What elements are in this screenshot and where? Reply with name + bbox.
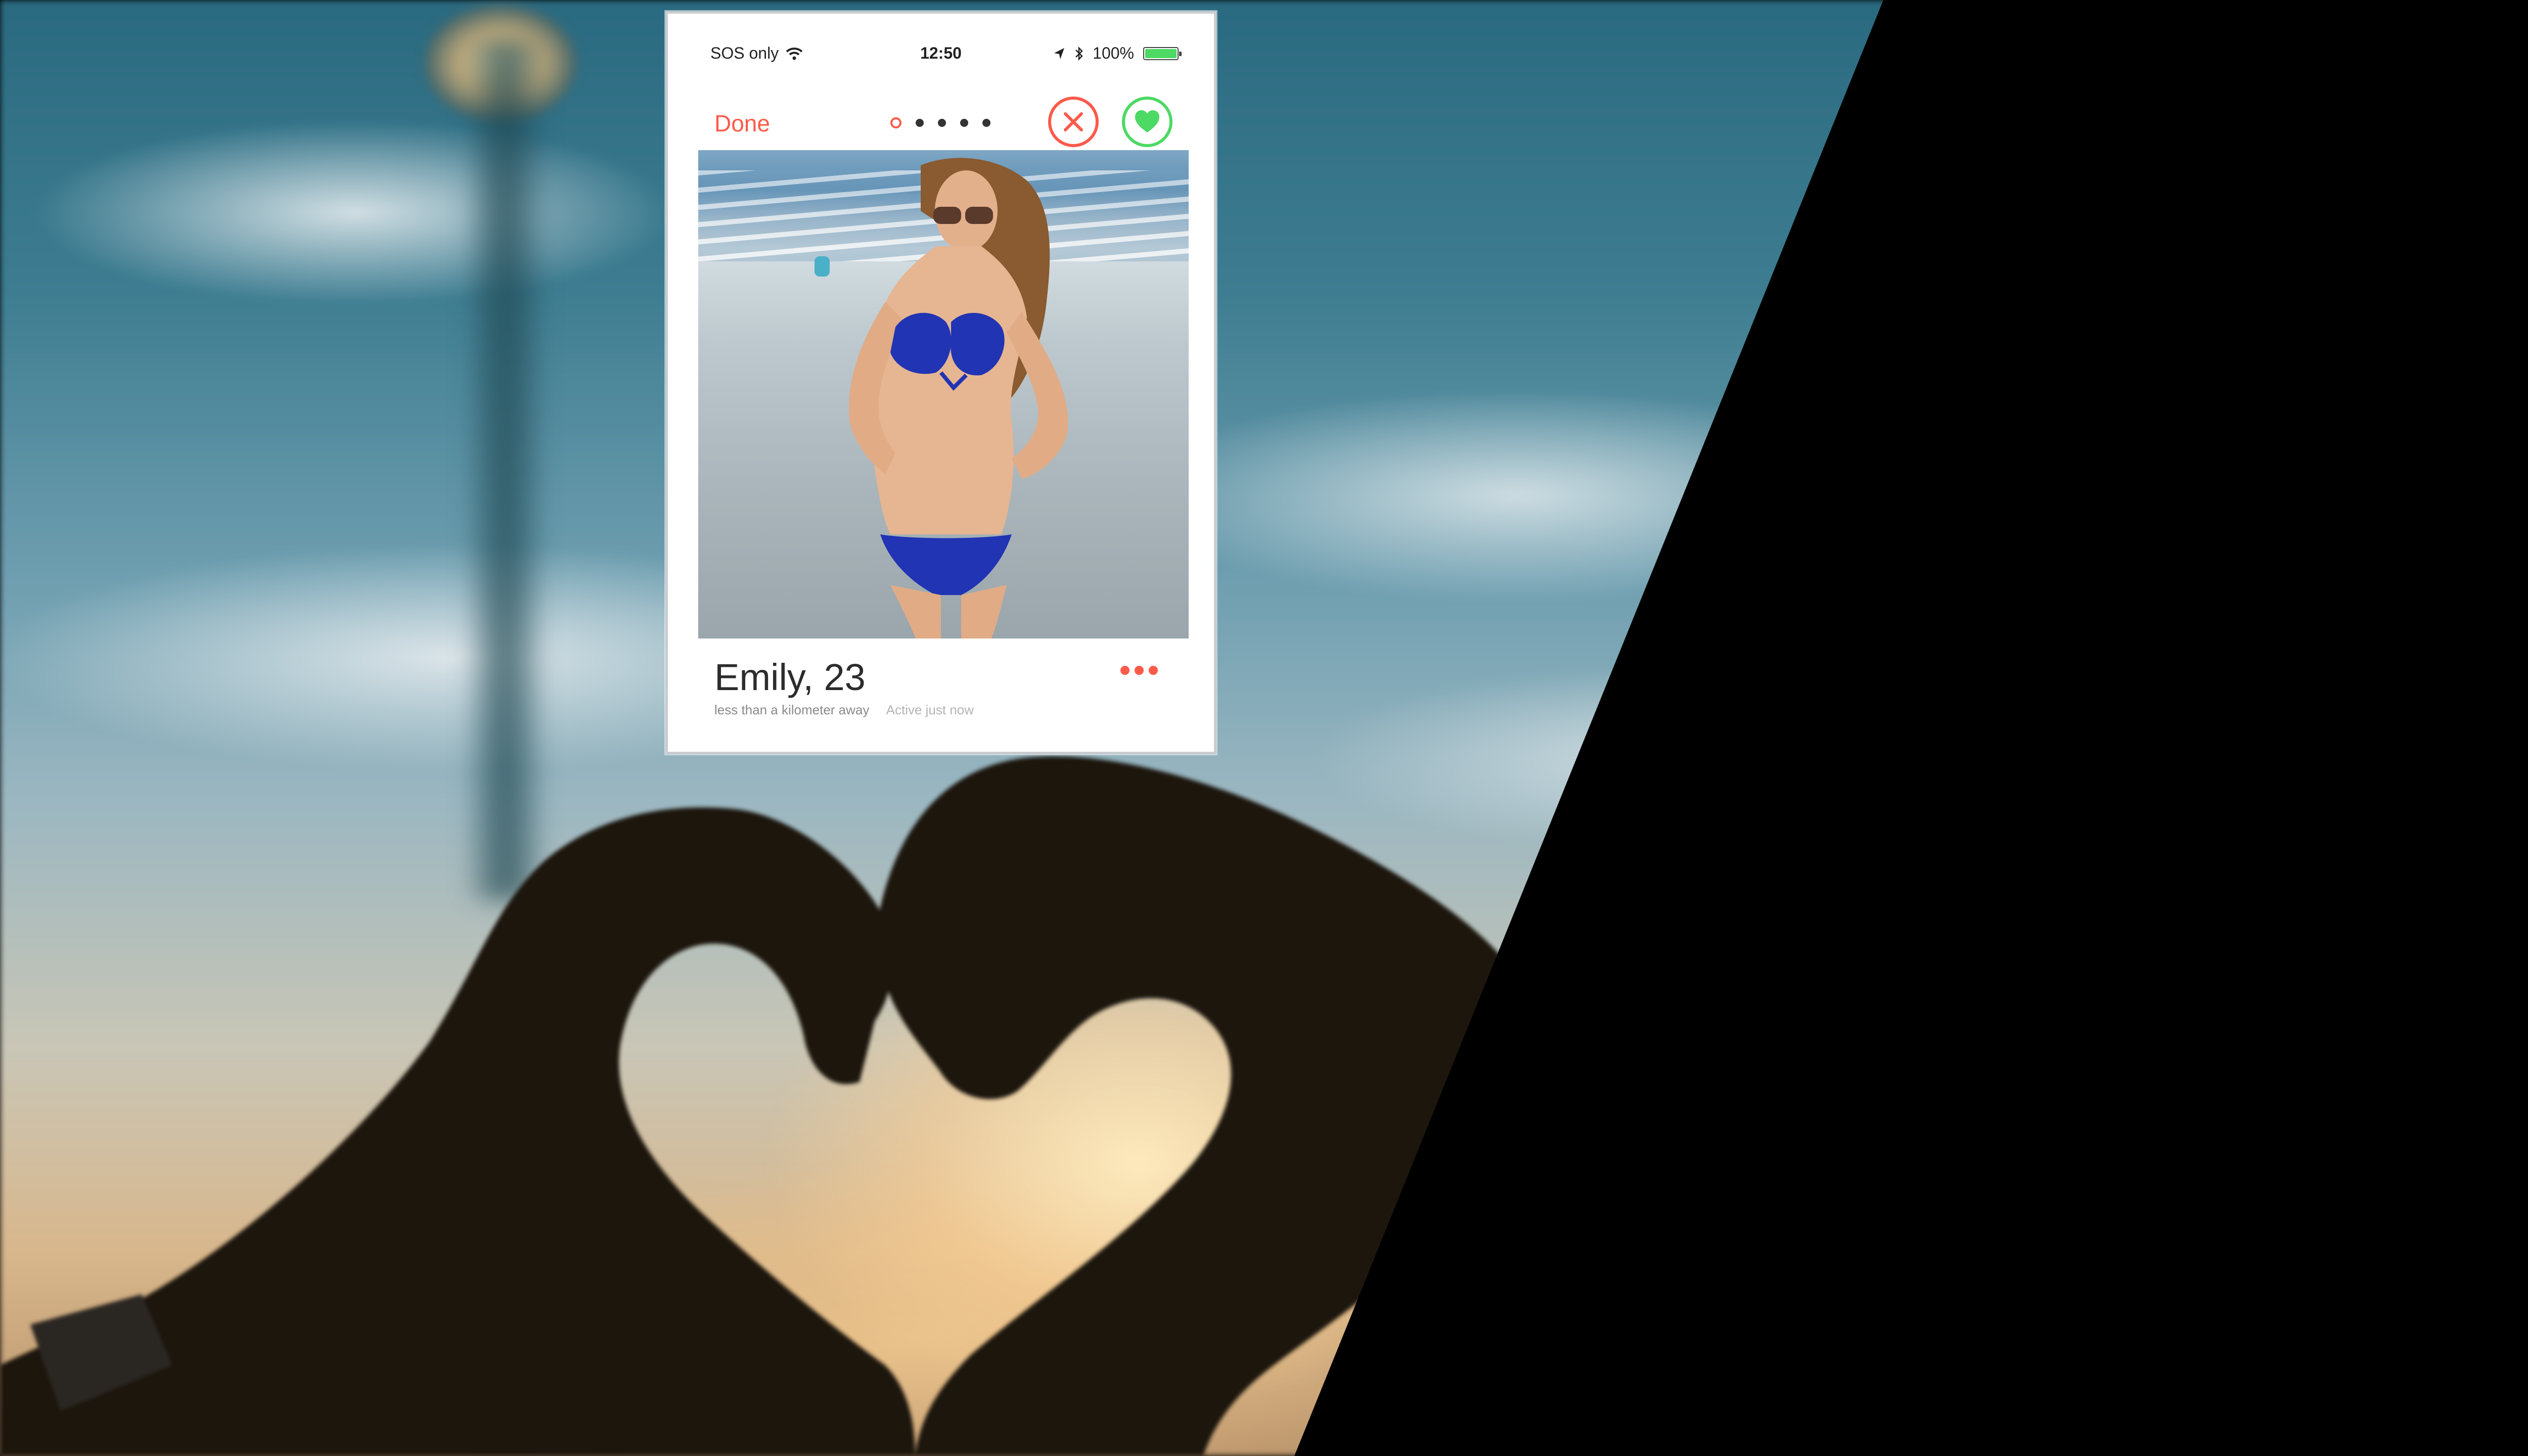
profile-activity: Active just now [886, 702, 974, 717]
more-dots-icon[interactable] [1120, 666, 1158, 675]
battery-icon [1143, 47, 1182, 60]
more-dot [1135, 666, 1144, 675]
page-dot[interactable] [982, 119, 990, 127]
status-bar: SOS only 12:50 100% [668, 44, 1214, 74]
heart-icon [1135, 110, 1159, 132]
profile-photo[interactable] [698, 150, 1189, 639]
more-dot [1120, 666, 1130, 675]
background-scene [0, 0, 2528, 1456]
done-button[interactable]: Done [714, 110, 770, 137]
profile-card: SOS only 12:50 100% Done Emily, 23 less … [665, 11, 1216, 754]
location-arrow-icon [1054, 48, 1065, 59]
page-dot[interactable] [916, 119, 924, 127]
nope-button[interactable] [1048, 97, 1099, 147]
nav-bar: Done [668, 89, 1214, 150]
status-right-group: 100% [1053, 44, 1182, 63]
bluetooth-icon [1075, 46, 1083, 61]
page-dot[interactable] [960, 119, 968, 127]
like-button[interactable] [1122, 97, 1172, 147]
profile-distance: less than a kilometer away [714, 702, 870, 717]
black-diagonal-panel [1294, 0, 2528, 1456]
battery-percent: 100% [1093, 44, 1134, 62]
close-icon [1064, 112, 1083, 131]
page-dot[interactable] [938, 119, 946, 127]
profile-meta: less than a kilometer away Active just n… [714, 702, 974, 718]
page-dot-active[interactable] [890, 117, 901, 128]
photo-person [815, 158, 1068, 639]
battery-fill [1145, 49, 1177, 58]
profile-name-age: Emily, 23 [714, 656, 866, 698]
photo-page-indicator [890, 117, 990, 128]
more-dot [1149, 666, 1158, 675]
